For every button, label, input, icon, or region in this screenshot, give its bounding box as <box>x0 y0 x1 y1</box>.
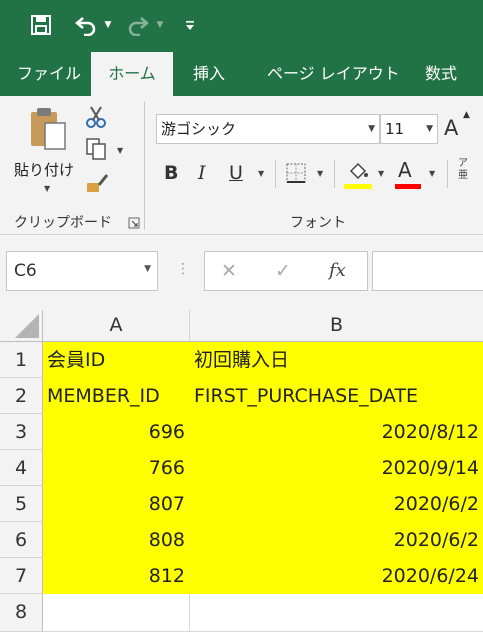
fill-color-dropdown-icon[interactable]: ▼ <box>378 169 384 178</box>
clipboard-group-label: クリップボード <box>14 215 112 231</box>
enter-icon[interactable]: ✓ <box>275 260 291 282</box>
ribbon-separator <box>275 160 276 188</box>
ribbon-separator <box>334 160 335 188</box>
fill-color-swatch <box>344 184 372 189</box>
undo-icon[interactable] <box>72 12 100 38</box>
underline-button[interactable]: U <box>229 162 243 184</box>
cell-A8[interactable] <box>43 594 190 632</box>
formula-controls: ✕ ✓ fx <box>204 251 368 291</box>
italic-button[interactable]: I <box>198 162 206 184</box>
format-painter-icon[interactable] <box>84 170 110 196</box>
font-color-icon[interactable]: A <box>398 158 412 182</box>
name-box[interactable]: C6 ▼ <box>6 251 158 291</box>
row-header[interactable]: 2 <box>0 378 43 414</box>
phonetic-guide-icon[interactable]: ア亜 <box>458 158 472 182</box>
row-header[interactable]: 1 <box>0 342 43 378</box>
formula-bar: C6 ▼ ⋮ ✕ ✓ fx <box>0 235 483 310</box>
formula-bar-grip-icon: ⋮ <box>176 261 190 277</box>
cell-B1[interactable]: 初回購入日 <box>190 342 483 378</box>
bold-button[interactable]: B <box>164 162 178 184</box>
ribbon-separator <box>447 160 448 188</box>
title-bar: ▼ ▼ <box>0 0 483 52</box>
cell-A5[interactable]: 807 <box>43 486 190 522</box>
font-color-dropdown-icon[interactable]: ▼ <box>429 169 435 178</box>
cell-B3[interactable]: 2020/8/12 <box>190 414 483 450</box>
paste-icon[interactable] <box>22 106 72 154</box>
row-header[interactable]: 7 <box>0 558 43 594</box>
cell-B2[interactable]: FIRST_PURCHASE_DATE <box>190 378 483 414</box>
row-header[interactable]: 5 <box>0 486 43 522</box>
select-all-button[interactable] <box>0 310 43 342</box>
grow-font-icon[interactable]: A <box>444 116 458 140</box>
customize-quick-access-icon[interactable] <box>182 12 198 38</box>
cell-A7[interactable]: 812 <box>43 558 190 594</box>
cell-A2[interactable]: MEMBER_ID <box>43 378 190 414</box>
cell-B6[interactable]: 2020/6/2 <box>190 522 483 558</box>
borders-dropdown-icon[interactable]: ▼ <box>317 169 323 178</box>
fill-color-icon[interactable] <box>345 160 371 184</box>
row-header[interactable]: 4 <box>0 450 43 486</box>
tab-file[interactable]: ファイル <box>17 52 81 96</box>
font-size-combobox[interactable]: 11 ▼ <box>380 114 438 144</box>
name-box-dropdown-icon[interactable]: ▼ <box>144 264 151 274</box>
tab-formulas[interactable]: 数式 <box>425 52 457 96</box>
font-group-label: フォント <box>290 215 346 231</box>
font-name-combobox[interactable]: 游ゴシック ▼ <box>156 114 380 144</box>
cell-B7[interactable]: 2020/6/24 <box>190 558 483 594</box>
formula-input[interactable] <box>372 251 483 291</box>
column-header-b[interactable]: B <box>190 310 483 342</box>
redo-dropdown-icon[interactable]: ▼ <box>154 12 166 38</box>
font-size-value: 11 <box>385 120 405 138</box>
row-header[interactable]: 3 <box>0 414 43 450</box>
cell-B4[interactable]: 2020/9/14 <box>190 450 483 486</box>
clipboard-dialog-launcher-icon[interactable] <box>128 214 140 229</box>
column-header-a[interactable]: A <box>43 310 190 342</box>
insert-function-icon[interactable]: fx <box>329 260 346 281</box>
save-icon[interactable] <box>28 12 54 38</box>
undo-dropdown-icon[interactable]: ▼ <box>102 12 114 38</box>
tab-page-layout[interactable]: ページ レイアウト <box>267 52 400 96</box>
font-color-swatch <box>395 184 421 189</box>
tab-home[interactable]: ホーム <box>91 52 173 96</box>
copy-icon[interactable] <box>84 136 108 162</box>
name-box-value: C6 <box>14 261 37 281</box>
cut-icon[interactable] <box>84 104 108 130</box>
cell-A3[interactable]: 696 <box>43 414 190 450</box>
font-name-dropdown-icon[interactable]: ▼ <box>368 115 375 143</box>
font-size-dropdown-icon[interactable]: ▼ <box>426 115 433 143</box>
ribbon: 貼り付け ▼ ▼ クリップボード 游ゴシック ▼ 11 ▼ A ▲ B I U … <box>0 96 483 235</box>
underline-dropdown-icon[interactable]: ▼ <box>258 169 264 178</box>
redo-icon[interactable] <box>124 12 152 38</box>
paste-button-label[interactable]: 貼り付け <box>14 159 74 180</box>
cell-B8[interactable] <box>190 594 483 632</box>
copy-dropdown-icon[interactable]: ▼ <box>117 146 123 155</box>
paste-dropdown-icon[interactable]: ▼ <box>44 184 50 193</box>
ribbon-tabs: ファイル ホーム 挿入 ページ レイアウト 数式 <box>0 52 483 96</box>
cell-B5[interactable]: 2020/6/2 <box>190 486 483 522</box>
grow-font-arrow-icon: ▲ <box>463 110 470 120</box>
cancel-icon[interactable]: ✕ <box>221 260 237 282</box>
cell-A6[interactable]: 808 <box>43 522 190 558</box>
borders-icon[interactable] <box>285 162 307 184</box>
cell-A4[interactable]: 766 <box>43 450 190 486</box>
font-name-value: 游ゴシック <box>161 120 237 138</box>
row-header[interactable]: 8 <box>0 594 43 632</box>
worksheet-grid: A B 1 会員ID 初回購入日 2 MEMBER_ID FIRST_PURCHASE_D… <box>0 310 483 632</box>
cell-A1[interactable]: 会員ID <box>43 342 190 378</box>
ribbon-separator <box>144 102 145 230</box>
row-header[interactable]: 6 <box>0 522 43 558</box>
tab-insert[interactable]: 挿入 <box>193 52 225 96</box>
